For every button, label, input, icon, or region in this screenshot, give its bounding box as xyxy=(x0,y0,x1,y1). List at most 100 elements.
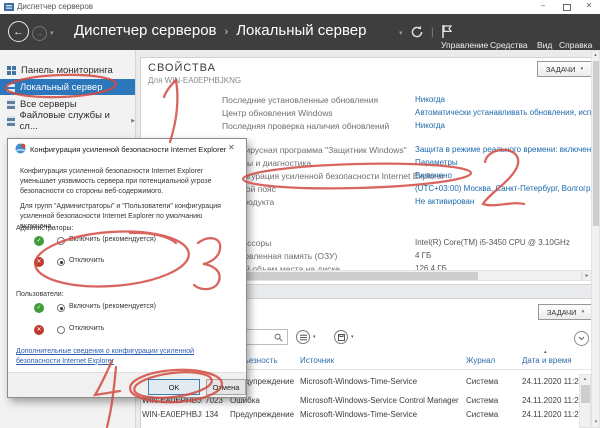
table-scrollbar-thumb[interactable] xyxy=(581,385,590,403)
minimize-button[interactable]: – xyxy=(536,1,550,10)
more-info-link[interactable]: Дополнительные сведения о конфигурации у… xyxy=(16,347,236,366)
back-icon[interactable]: ← xyxy=(8,21,29,42)
users-enable-option[interactable]: ✓ Включить (рекомендуется) xyxy=(8,303,246,315)
users-label: Пользователи: xyxy=(16,291,64,298)
administrators-label: Администраторы: xyxy=(16,225,73,232)
search-icon xyxy=(274,333,283,342)
property-label: Последняя проверка наличия обновлений xyxy=(222,121,389,131)
property-value: Intel(R) Core(TM) i5-3450 CPU @ 3.10GHz xyxy=(415,238,595,247)
column-header-source[interactable]: Источник xyxy=(300,356,334,365)
option-label: Включить (рекомендуется) xyxy=(69,236,156,243)
sidebar-item-dashboard[interactable]: Панель мониторинга xyxy=(0,62,135,78)
cell-log: Система xyxy=(466,377,516,386)
option-label: Включить (рекомендуется) xyxy=(69,303,156,310)
events-tasks-button[interactable]: ЗАДАЧИ ▾ xyxy=(538,304,593,320)
scroll-up-icon[interactable]: ▴ xyxy=(592,51,599,60)
property-label: Центр обновления Windows xyxy=(222,108,333,118)
server-icon xyxy=(7,82,15,92)
dialog-footer: OK Отмена xyxy=(8,372,246,397)
property-label: Конфигурация усиленной безопасности Inte… xyxy=(222,171,444,181)
cell-log: Система xyxy=(466,396,516,405)
main-scrollbar-thumb[interactable] xyxy=(593,61,599,226)
notifications-flag-icon[interactable] xyxy=(441,24,453,39)
event-row[interactable]: WIN-EA0EPHBJKNG 134 Предупреждение Micro… xyxy=(0,410,600,423)
events-save-query-button[interactable]: ▾ xyxy=(334,330,354,344)
option-label: Отключить xyxy=(69,325,104,332)
cell-datetime: 24.11.2020 11:2 xyxy=(522,410,579,419)
column-header-log[interactable]: Журнал xyxy=(466,356,495,365)
cell-source: Microsoft-Windows-Service Control Manage… xyxy=(300,396,462,405)
cell-id: 134 xyxy=(205,410,229,419)
admin-disable-option[interactable]: ✕ Отключить xyxy=(8,257,246,269)
scroll-down-icon[interactable]: ▾ xyxy=(592,418,600,427)
property-value-link[interactable]: Параметры xyxy=(415,158,595,167)
caret-down-icon: ▾ xyxy=(351,334,354,340)
maximize-button[interactable] xyxy=(563,4,571,11)
ie-esc-dialog: Конфигурация усиленной безопасности Inte… xyxy=(7,138,247,398)
scope-dropdown-icon[interactable]: ▾ xyxy=(399,29,403,37)
radio-users-enable[interactable] xyxy=(57,304,65,312)
chevron-down-icon xyxy=(578,336,585,341)
breadcrumb-separator-icon: › xyxy=(225,26,229,38)
properties-subtitle: Для WIN-EA0EPHBJKNG xyxy=(148,76,241,85)
dialog-title: Конфигурация усиленной безопасности Inte… xyxy=(30,145,226,154)
navigation-bar: ← → ▾ Диспетчер серверов › Локальный сер… xyxy=(0,14,600,50)
sidebar-item-label: Панель мониторинга xyxy=(21,65,113,76)
property-value-link[interactable]: Никогда xyxy=(415,121,595,130)
save-query-icon xyxy=(338,334,345,341)
property-value-link[interactable]: (UTC+03:00) Москва, Санкт-Петербург, Вол… xyxy=(415,184,595,193)
main-scrollbar[interactable]: ▴ ▾ xyxy=(591,50,600,428)
property-value-link[interactable]: Никогда xyxy=(415,95,595,104)
events-filter-button[interactable]: ▾ xyxy=(296,330,316,344)
cell-source: Microsoft-Windows-Time-Service xyxy=(300,410,462,419)
cell-log: Система xyxy=(466,410,516,419)
property-value-link[interactable]: Включено xyxy=(415,171,595,180)
property-value-link[interactable]: Не активирован xyxy=(415,197,595,206)
forward-icon[interactable]: → xyxy=(32,26,47,41)
dialog-close-icon[interactable]: ✕ xyxy=(228,143,235,152)
property-row: Центр обновления Windows Автоматически ус… xyxy=(0,108,600,120)
menu-tools[interactable]: Средства xyxy=(490,40,528,50)
server-manager-window: Диспетчер серверов – ✕ ← → ▾ Диспетчер с… xyxy=(0,0,600,428)
refresh-icon[interactable] xyxy=(410,25,424,39)
cell-datetime: 24.11.2020 11:2 xyxy=(522,396,579,405)
properties-tasks-button[interactable]: ЗАДАЧИ ▾ xyxy=(537,61,592,77)
breadcrumb-current: Локальный сервер xyxy=(236,22,366,39)
dashboard-icon xyxy=(7,66,16,75)
property-value-link[interactable]: Защита в режиме реального времени: включ… xyxy=(415,145,595,154)
scroll-up-icon[interactable]: ▴ xyxy=(580,375,590,384)
cell-severity: Предупреждение xyxy=(230,410,294,419)
radio-admin-disable[interactable] xyxy=(57,258,65,266)
property-value-link[interactable]: Автоматически устанавливать обновления, … xyxy=(415,108,595,117)
menu-help[interactable]: Справка xyxy=(559,40,592,50)
ok-button[interactable]: OK xyxy=(148,379,200,395)
users-disable-option[interactable]: ✕ Отключить xyxy=(8,325,246,337)
window-titlebar: Диспетчер серверов – ✕ xyxy=(0,0,600,15)
menu-manage[interactable]: Управление xyxy=(441,40,488,50)
dialog-paragraph: Конфигурация усиленной безопасности Inte… xyxy=(20,167,234,197)
column-header-datetime[interactable]: Дата и время xyxy=(522,356,572,365)
table-scrollbar[interactable]: ▴ xyxy=(579,374,591,428)
collapse-section-button[interactable] xyxy=(574,331,589,346)
admin-enable-option[interactable]: ✓ Включить (рекомендуется) xyxy=(8,236,246,248)
tasks-label: ЗАДАЧИ xyxy=(547,308,577,317)
shield-ok-icon: ✓ xyxy=(34,303,44,313)
radio-users-disable[interactable] xyxy=(57,326,65,334)
caret-down-icon: ▾ xyxy=(581,66,584,72)
property-value: 4 ГБ xyxy=(415,251,595,260)
sidebar-item-local-server[interactable]: Локальный сервер xyxy=(0,79,135,95)
nav-dropdown-icon[interactable]: ▾ xyxy=(50,29,54,37)
nav-divider: | xyxy=(431,27,434,38)
shield-blocked-icon: ✕ xyxy=(34,257,44,267)
tasks-label: ЗАДАЧИ xyxy=(546,65,576,74)
property-label: Антивирусная программа "Защитник Windows… xyxy=(222,145,407,155)
radio-admin-enable[interactable] xyxy=(57,237,65,245)
cell-server: WIN-EA0EPHBJKNG xyxy=(142,410,202,419)
menu-view[interactable]: Вид xyxy=(537,40,552,50)
breadcrumb: Диспетчер серверов › Локальный сервер xyxy=(74,22,366,39)
close-button[interactable]: ✕ xyxy=(582,1,596,10)
cancel-button[interactable]: Отмена xyxy=(206,379,246,395)
caret-down-icon: ▾ xyxy=(313,334,316,340)
breadcrumb-root[interactable]: Диспетчер серверов xyxy=(74,22,217,39)
dialog-ie-security-icon xyxy=(15,143,26,154)
